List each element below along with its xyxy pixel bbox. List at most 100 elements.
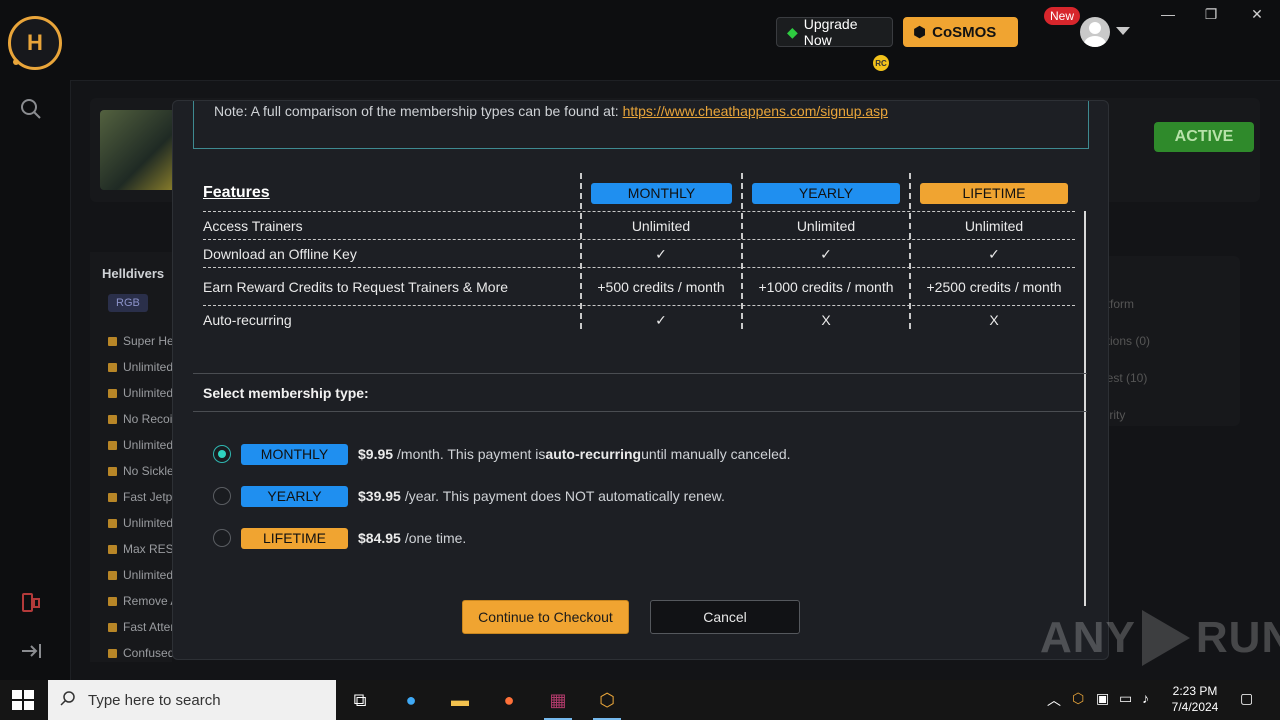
close-button[interactable]: ✕	[1247, 6, 1267, 23]
list-item[interactable]: Remove A	[108, 594, 178, 608]
watermark-left: ANY	[1040, 613, 1136, 662]
logout-icon[interactable]	[18, 638, 44, 664]
option-text: /year. This payment does NOT automatical…	[404, 488, 725, 504]
option-monthly[interactable]: MONTHLY $9.95 /month. This payment is aut…	[213, 443, 791, 465]
upgrade-now-button[interactable]: ◆ Upgrade Now	[776, 16, 893, 48]
search-icon	[60, 690, 76, 710]
feature-value-yearly: ✓	[820, 245, 832, 262]
list-item[interactable]: Unlimited	[108, 386, 173, 400]
list-item[interactable]: Max RES	[108, 542, 174, 556]
clock-date: 7/4/2024	[1171, 700, 1219, 714]
list-item[interactable]: Unlimited	[108, 438, 173, 452]
list-item[interactable]: No Sickle	[108, 464, 174, 478]
restore-button[interactable]: ❐	[1201, 6, 1221, 23]
column-divider	[741, 173, 743, 329]
feature-value-monthly: ✓	[655, 311, 667, 328]
play-icon	[1141, 610, 1190, 666]
game-thumbnail	[100, 110, 180, 190]
feature-value-monthly: +500 credits / month	[597, 279, 725, 295]
price-yearly: $39.95	[358, 488, 401, 504]
list-item[interactable]: Unlimited	[108, 568, 173, 582]
feature-name: Download an Offline Key	[203, 246, 357, 262]
comparison-link[interactable]: https://www.cheathappens.com/signup.asp	[623, 103, 888, 119]
feature-value-lifetime: X	[989, 312, 999, 328]
network-icon[interactable]: ▭	[1119, 690, 1132, 707]
cosmos-button[interactable]: ⬢ CoSMOS	[903, 17, 1018, 47]
divider	[193, 411, 1087, 412]
scrollbar[interactable]	[1084, 211, 1086, 606]
plan-pill-lifetime: LIFETIME	[241, 527, 348, 549]
table-row: Auto-recurring ✓ X X	[203, 306, 1075, 334]
option-bold: auto-recurring	[545, 446, 642, 462]
list-item[interactable]: Fast Atter	[108, 620, 174, 634]
chevron-up-icon[interactable]: ︿	[1047, 690, 1061, 710]
game-title: Helldivers	[102, 266, 165, 281]
list-item[interactable]: No Recoil	[108, 412, 175, 426]
upgrade-label: Upgrade Now	[803, 16, 858, 48]
winrar-icon[interactable]: ▦	[544, 686, 572, 720]
option-text: /one time.	[404, 530, 467, 546]
list-item[interactable]: Confused	[108, 646, 174, 660]
plan-header-yearly: YEARLY	[752, 179, 900, 207]
plan-pill-lifetime: LIFETIME	[920, 182, 1068, 204]
device-icon[interactable]	[18, 590, 44, 616]
list-item[interactable]: Fast Jetpa	[108, 490, 179, 504]
edge-icon[interactable]: ●	[397, 686, 425, 714]
continue-to-checkout-button[interactable]: Continue to Checkout	[462, 600, 629, 634]
device-tray-icon[interactable]: ▣	[1096, 690, 1109, 707]
note-prefix: Note: A full comparison of the membershi…	[214, 103, 623, 119]
feature-name: Earn Reward Credits to Request Trainers …	[203, 279, 509, 295]
feature-value-yearly: X	[821, 312, 831, 328]
cosmos-icon: ⬢	[913, 24, 927, 41]
divider	[193, 373, 1087, 374]
table-row: Earn Reward Credits to Request Trainers …	[203, 268, 1075, 306]
column-divider	[909, 173, 911, 329]
plan-pill-yearly: YEARLY	[752, 182, 900, 204]
price-monthly: $9.95	[358, 446, 394, 462]
rgb-chip[interactable]: RGB	[108, 294, 148, 312]
cancel-button[interactable]: Cancel	[650, 600, 800, 634]
app-logo[interactable]: H	[8, 16, 62, 70]
select-membership-title: Select membership type:	[203, 385, 369, 401]
firefox-icon[interactable]: ●	[495, 686, 523, 714]
option-text: /month. This payment is	[397, 446, 546, 462]
search-placeholder: Type here to search	[88, 691, 221, 709]
avatar[interactable]	[1080, 17, 1110, 47]
list-item[interactable]: Unlimited	[108, 516, 173, 530]
minimize-button[interactable]: —	[1158, 6, 1178, 22]
option-lifetime[interactable]: LIFETIME $84.95 /one time.	[213, 527, 466, 549]
plan-header-lifetime: LIFETIME	[920, 179, 1068, 207]
radio-monthly[interactable]	[213, 445, 231, 463]
note-text: Note: A full comparison of the membershi…	[214, 103, 888, 119]
feature-value-lifetime: Unlimited	[964, 218, 1024, 234]
taskbar-search-input[interactable]: Type here to search	[48, 680, 336, 720]
volume-icon[interactable]: ♪	[1142, 690, 1149, 706]
taskbar-clock[interactable]: 2:23 PM 7/4/2024	[1168, 683, 1222, 715]
reward-credits-badge[interactable]: RC	[873, 55, 889, 71]
file-explorer-icon[interactable]: ▬	[446, 686, 474, 714]
plan-pill-monthly: MONTHLY	[591, 182, 732, 204]
table-header-row: Features MONTHLY YEARLY LIFETIME	[203, 179, 1075, 207]
task-view-icon[interactable]: ⧉	[346, 686, 374, 714]
notifications-icon[interactable]: ▢	[1240, 690, 1253, 707]
radio-lifetime[interactable]	[213, 529, 231, 547]
feature-value-monthly: ✓	[655, 245, 667, 262]
watermark: ANY RUN	[1040, 610, 1280, 666]
plan-pill-yearly: YEARLY	[241, 485, 348, 507]
option-yearly[interactable]: YEARLY $39.95 /year. This payment does N…	[213, 485, 725, 507]
membership-modal: Note: A full comparison of the membershi…	[172, 100, 1109, 660]
feature-value-yearly: Unlimited	[796, 218, 856, 234]
status-badge: ACTIVE	[1154, 122, 1254, 152]
radio-yearly[interactable]	[213, 487, 231, 505]
list-item[interactable]: Unlimited	[108, 360, 173, 374]
list-item[interactable]: Super He	[108, 334, 174, 348]
watermark-right: RUN	[1195, 613, 1280, 662]
windows-start-icon[interactable]	[12, 690, 34, 710]
cheathappens-icon[interactable]: ⬡	[593, 686, 621, 720]
search-icon[interactable]	[18, 96, 44, 122]
chevron-down-icon[interactable]	[1116, 27, 1130, 35]
feature-value-lifetime: +2500 credits / month	[926, 279, 1062, 295]
upgrade-icon: ◆	[787, 23, 798, 40]
cheathappens-tray-icon[interactable]: ⬡	[1072, 690, 1084, 707]
feature-name: Access Trainers	[203, 218, 303, 234]
